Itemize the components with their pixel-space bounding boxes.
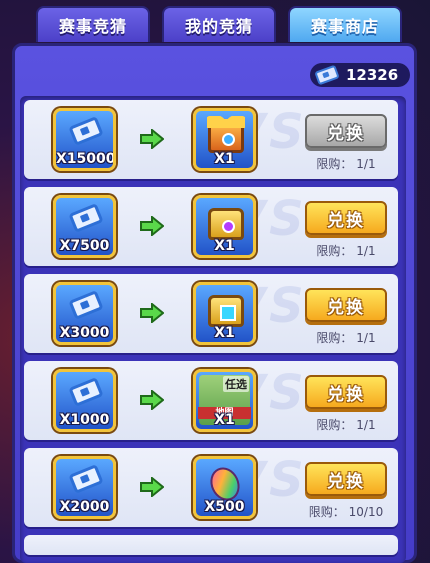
reward-slot: 任选 地图 X1 <box>193 369 256 432</box>
reward-quantity: X1 <box>214 151 235 167</box>
ticket-icon <box>68 290 104 320</box>
exchange-button[interactable]: 兑换 <box>305 462 387 496</box>
reward-quantity: X500 <box>204 499 245 515</box>
purchase-limit: 限购： 1/1 <box>305 155 387 172</box>
ticket-icon <box>68 116 104 146</box>
shop-item: VS X3000 X1 兑换 限购： 1/1 <box>24 274 398 353</box>
cost-amount: X7500 <box>59 238 110 254</box>
limit-value: 10/10 <box>348 505 384 519</box>
exchange-button[interactable]: 兑换 <box>305 288 387 322</box>
limit-label: 限购： <box>316 418 353 432</box>
limit-label: 限购： <box>316 331 353 345</box>
limit-value: 1/1 <box>356 418 376 432</box>
exchange-button[interactable]: 兑换 <box>305 375 387 409</box>
cost-amount: X3000 <box>59 325 110 341</box>
tab-bar: 赛事竞猜 我的竞猜 赛事商店 <box>0 0 430 44</box>
cost-slot: X1000 <box>53 369 116 432</box>
red-crown-chest-icon <box>207 116 245 153</box>
ticket-balance-value: 12326 <box>346 66 399 84</box>
ticket-icon <box>68 464 104 494</box>
reward-slot: X500 <box>193 456 256 519</box>
limit-label: 限购： <box>316 157 353 171</box>
shop-list[interactable]: VS X15000 X1 兑换 限购： 1/1 VS X7500 X1 兑换 限… <box>20 96 406 563</box>
gold-chest-icon <box>208 208 244 240</box>
shop-item: VS X7500 X1 兑换 限购： 1/1 <box>24 187 398 266</box>
exchange-button[interactable]: 兑换 <box>305 201 387 235</box>
ticket-icon <box>68 377 104 407</box>
cost-slot: X2000 <box>53 456 116 519</box>
cost-slot: X3000 <box>53 282 116 345</box>
shop-item: VS X2000 X500 兑换 限购： 10/10 <box>24 448 398 527</box>
exchange-button[interactable]: 兑换 <box>305 114 387 148</box>
limit-value: 1/1 <box>356 244 376 258</box>
shop-item-partial <box>24 535 398 555</box>
limit-label: 限购： <box>316 244 353 258</box>
limit-label: 限购： <box>308 505 345 519</box>
blue-gem-chest-icon <box>208 295 244 327</box>
reward-slot: X1 <box>193 108 256 171</box>
arrow-right-icon <box>140 477 164 497</box>
cost-amount: X2000 <box>59 499 110 515</box>
shop-item: VS X1000 任选 地图 X1 兑换 限购： 1/1 <box>24 361 398 440</box>
cost-amount: X15000 <box>56 151 116 167</box>
reward-slot: X1 <box>193 282 256 345</box>
ticket-icon <box>68 203 104 233</box>
reward-slot: X1 <box>193 195 256 258</box>
tab-event-shop[interactable]: 赛事商店 <box>288 6 402 42</box>
limit-value: 1/1 <box>356 331 376 345</box>
reward-quantity: X1 <box>214 325 235 341</box>
tab-my-bets[interactable]: 我的竞猜 <box>162 6 276 42</box>
shop-item: VS X15000 X1 兑换 限购： 1/1 <box>24 100 398 179</box>
cost-slot: X15000 <box>53 108 116 171</box>
purchase-limit: 限购： 1/1 <box>305 242 387 259</box>
purchase-limit: 限购： 1/1 <box>305 416 387 433</box>
reward-quantity: X1 <box>214 238 235 254</box>
cost-amount: X1000 <box>59 412 110 428</box>
ticket-balance: 12326 <box>310 63 410 87</box>
purchase-limit: 限购： 10/10 <box>305 503 387 520</box>
cost-slot: X7500 <box>53 195 116 258</box>
optional-tag: 任选 <box>223 376 249 392</box>
arrow-right-icon <box>140 390 164 410</box>
arrow-right-icon <box>140 303 164 323</box>
purchase-limit: 限购： 1/1 <box>305 329 387 346</box>
tab-match-betting[interactable]: 赛事竞猜 <box>36 6 150 42</box>
limit-value: 1/1 <box>356 157 376 171</box>
reward-quantity: X1 <box>214 412 235 428</box>
arrow-right-icon <box>140 216 164 236</box>
arrow-right-icon <box>140 129 164 149</box>
ticket-icon <box>314 64 340 86</box>
